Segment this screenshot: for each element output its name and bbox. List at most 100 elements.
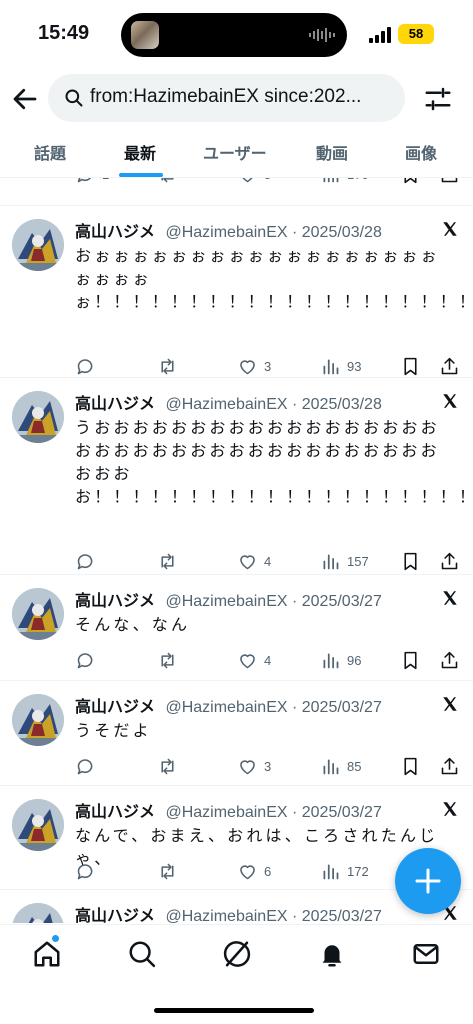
handle-and-date: @HazimebainEX · 2025/03/27 xyxy=(165,804,382,821)
tab-images[interactable]: 画像 xyxy=(405,140,437,164)
share-button[interactable] xyxy=(439,550,460,572)
reply-button[interactable] xyxy=(75,860,96,882)
x-logo-icon xyxy=(443,802,457,816)
tab-videos[interactable]: 動画 xyxy=(316,140,348,164)
avatar[interactable] xyxy=(12,694,64,746)
tweet-card[interactable]: 高山ハジメ @HazimebainEX · 2025/03/28 うおおおおおお… xyxy=(0,378,473,575)
reply-count: 1 xyxy=(102,178,109,182)
status-bar: 15:49 58 xyxy=(0,0,473,70)
tweet-text: おぉぉぉぉぉぉぉぉぉぉぉぉぉぉぉぉぉぉぉぉぉぉぉ！！！！！！！！！！！！！！！！… xyxy=(75,246,473,311)
notifications-icon[interactable] xyxy=(317,939,347,969)
avatar[interactable] xyxy=(12,219,64,271)
x-logo xyxy=(441,800,459,818)
tweet-partial[interactable]: 1 5 170 xyxy=(0,178,473,206)
retweet-icon xyxy=(161,652,174,668)
heart-icon xyxy=(240,554,255,569)
display-name[interactable]: 高山ハジメ xyxy=(75,593,155,610)
arrow-left-icon[interactable] xyxy=(10,84,40,114)
share-icon xyxy=(441,178,458,182)
reply-button[interactable] xyxy=(75,550,96,572)
like-button[interactable]: 4 xyxy=(237,550,271,572)
display-name[interactable]: 高山ハジメ xyxy=(75,396,155,413)
views-button[interactable]: 157 xyxy=(320,550,369,572)
like-button[interactable]: 3 xyxy=(237,755,271,777)
share-icon xyxy=(441,651,458,668)
share-button[interactable] xyxy=(439,649,460,671)
views-button[interactable]: 96 xyxy=(320,649,361,671)
views-icon xyxy=(323,759,339,774)
avatar[interactable] xyxy=(12,391,64,443)
status-time: 15:49 xyxy=(38,22,90,44)
tweet-text: そんな、なん xyxy=(75,615,191,634)
x-logo xyxy=(441,220,459,238)
tweet-card[interactable]: 高山ハジメ @HazimebainEX · 2025/03/27 そんな、なん … xyxy=(0,575,473,681)
display-name[interactable]: 高山ハジメ xyxy=(75,224,155,241)
retweet-button[interactable] xyxy=(157,649,178,671)
retweet-button[interactable] xyxy=(157,755,178,777)
bookmark-button[interactable] xyxy=(400,755,421,777)
avatar[interactable] xyxy=(12,588,64,640)
bookmark-button[interactable] xyxy=(400,355,421,377)
search-query[interactable]: from:HazimebainEX since:202... xyxy=(90,86,390,108)
like-button[interactable]: 4 xyxy=(237,649,271,671)
heart-icon xyxy=(240,359,255,374)
reply-icon xyxy=(77,553,93,569)
views-button[interactable]: 85 xyxy=(320,755,361,777)
share-button[interactable] xyxy=(439,355,460,377)
home-icon[interactable] xyxy=(32,939,62,969)
search-icon[interactable] xyxy=(127,939,157,969)
search-bar[interactable]: from:HazimebainEX since:202... xyxy=(48,74,405,122)
views-button[interactable]: 172 xyxy=(320,860,369,882)
views-icon xyxy=(323,359,339,374)
tab-latest[interactable]: 最新 xyxy=(124,140,156,164)
like-count: 3 xyxy=(264,758,272,774)
cellular-signal-icon xyxy=(369,27,391,43)
sliders-icon[interactable] xyxy=(423,84,453,114)
retweet-button[interactable] xyxy=(157,178,178,185)
robot-avatar-image xyxy=(12,799,64,851)
display-name[interactable]: 高山ハジメ xyxy=(75,804,155,821)
like-button[interactable]: 5 xyxy=(237,178,271,185)
tweet-feed[interactable]: 1 5 170 xyxy=(0,178,473,923)
messages-icon[interactable] xyxy=(411,939,441,969)
bookmark-button[interactable] xyxy=(400,178,421,185)
battery-indicator: 58 xyxy=(398,24,434,44)
now-playing-thumbnail xyxy=(131,21,159,49)
x-logo xyxy=(441,392,459,410)
views-button[interactable]: 93 xyxy=(320,355,361,377)
tab-people[interactable]: ユーザー xyxy=(203,140,267,164)
retweet-button[interactable] xyxy=(157,550,178,572)
reply-button[interactable] xyxy=(75,649,96,671)
reply-button[interactable]: 1 xyxy=(75,178,109,185)
grok-icon[interactable] xyxy=(222,939,252,969)
share-button[interactable] xyxy=(439,755,460,777)
heart-icon xyxy=(240,864,255,879)
robot-avatar-image xyxy=(12,903,64,923)
reply-button[interactable] xyxy=(75,755,96,777)
like-button[interactable]: 6 xyxy=(237,860,271,882)
reply-button[interactable] xyxy=(75,355,96,377)
tweet-actions: 4 157 xyxy=(75,550,465,574)
dynamic-island[interactable] xyxy=(121,13,347,57)
retweet-button[interactable] xyxy=(157,860,178,882)
tweet-card[interactable]: 高山ハジメ @HazimebainEX · 2025/03/27 うそだよ 3 … xyxy=(0,681,473,786)
retweet-button[interactable] xyxy=(157,355,178,377)
robot-avatar-image xyxy=(12,588,64,640)
tab-top[interactable]: 話題 xyxy=(34,140,66,164)
compose-tweet-button[interactable] xyxy=(395,848,461,914)
avatar[interactable] xyxy=(12,799,64,851)
views-button[interactable]: 170 xyxy=(320,178,369,185)
tweet-header: 高山ハジメ @HazimebainEX · 2025/03/27 xyxy=(75,587,382,611)
tweet-card[interactable]: 高山ハジメ @HazimebainEX · 2025/03/28 おぉぉぉぉぉぉ… xyxy=(0,206,473,378)
plus-icon xyxy=(415,868,441,894)
like-button[interactable]: 3 xyxy=(237,355,271,377)
share-button[interactable] xyxy=(439,178,460,185)
display-name[interactable]: 高山ハジメ xyxy=(75,908,155,923)
bookmark-icon xyxy=(404,552,417,570)
bookmark-button[interactable] xyxy=(400,550,421,572)
audio-wave-icon xyxy=(309,28,335,42)
avatar[interactable] xyxy=(12,903,64,923)
robot-avatar-image xyxy=(12,219,64,271)
display-name[interactable]: 高山ハジメ xyxy=(75,699,155,716)
bookmark-button[interactable] xyxy=(400,649,421,671)
